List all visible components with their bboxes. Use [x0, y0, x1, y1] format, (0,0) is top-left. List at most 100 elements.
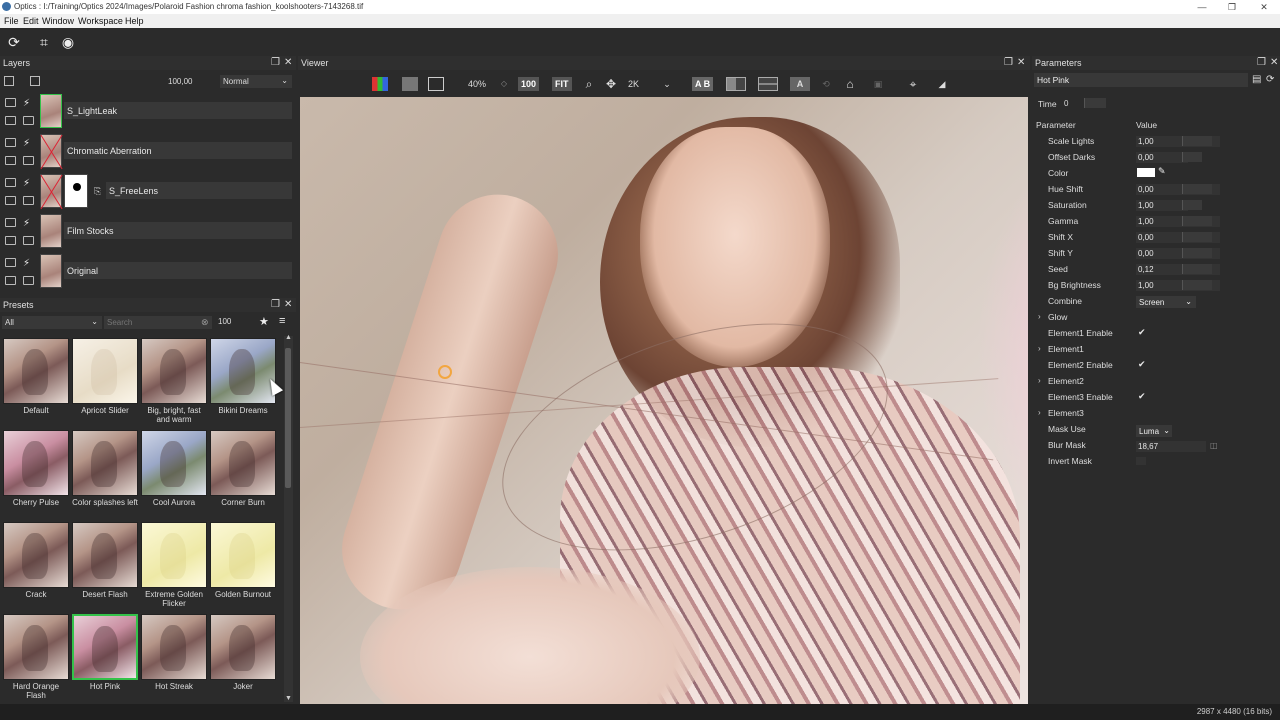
- visibility-icon[interactable]: [5, 218, 16, 227]
- camera-icon[interactable]: ⌂: [842, 77, 858, 91]
- undock-icon[interactable]: ❐: [271, 299, 280, 310]
- export-icon[interactable]: ▣: [870, 77, 886, 91]
- blur-mask-field[interactable]: 18,67: [1136, 441, 1206, 452]
- param-slider[interactable]: [1182, 264, 1212, 274]
- undock-icon[interactable]: ❐: [1257, 57, 1266, 68]
- expand-element2-icon[interactable]: ›: [1038, 376, 1041, 385]
- mask-icon[interactable]: [23, 236, 34, 245]
- layer-opacity-field[interactable]: 100,00: [168, 77, 192, 86]
- preset-item[interactable]: Bikini Dreams: [209, 338, 277, 415]
- chevron-down-icon[interactable]: ⌄: [662, 77, 672, 91]
- param-slider[interactable]: [1182, 136, 1212, 146]
- effect-center-handle[interactable]: [438, 365, 452, 379]
- reset-icon[interactable]: ⟳: [1266, 74, 1274, 85]
- preset-item[interactable]: Cherry Pulse: [2, 430, 70, 507]
- lightning-icon[interactable]: ⚡: [23, 98, 34, 109]
- ab-compare-button[interactable]: A B: [692, 77, 714, 91]
- link-icon[interactable]: ⎘: [94, 186, 101, 197]
- preset-item[interactable]: Big, bright, fast and warm: [140, 338, 208, 424]
- minimize-button[interactable]: —: [1186, 0, 1218, 14]
- layer-row[interactable]: ⚡ Film Stocks: [0, 212, 296, 250]
- preset-item[interactable]: Apricot Slider: [71, 338, 139, 415]
- preset-item[interactable]: Desert Flash: [71, 522, 139, 599]
- mask-icon[interactable]: [23, 276, 34, 285]
- preset-item[interactable]: Crack: [2, 522, 70, 599]
- presets-scrollbar[interactable]: ▲ ▼: [284, 334, 293, 702]
- rgb-channels-icon[interactable]: [372, 77, 388, 91]
- new-layer-icon[interactable]: [4, 76, 14, 86]
- close-icon[interactable]: ✕: [284, 57, 292, 68]
- image-canvas[interactable]: [300, 97, 1028, 704]
- layer-name[interactable]: Original: [64, 262, 292, 279]
- scroll-down-icon[interactable]: ▼: [285, 695, 292, 702]
- time-stepper[interactable]: [1084, 98, 1106, 108]
- eyedropper-icon[interactable]: ✎: [1158, 166, 1166, 177]
- crop-icon[interactable]: ⌗: [35, 33, 53, 51]
- monitor-icon[interactable]: [5, 196, 16, 205]
- lightning-icon[interactable]: ⚡: [23, 258, 34, 269]
- pan-move-icon[interactable]: ✥: [604, 77, 618, 91]
- layer-row[interactable]: ⚡ S_LightLeak: [0, 92, 296, 130]
- zoom-level[interactable]: 40%: [464, 77, 490, 91]
- zoom-100-button[interactable]: 100: [518, 77, 540, 91]
- monitor-icon[interactable]: [5, 276, 16, 285]
- layer-mask-icon[interactable]: [30, 76, 40, 86]
- preset-item[interactable]: Extreme Golden Flicker: [140, 522, 208, 608]
- element1-enable-checkbox[interactable]: ✔: [1138, 327, 1146, 338]
- glow-group[interactable]: Glow: [1048, 312, 1067, 322]
- mask-icon[interactable]: [23, 196, 34, 205]
- zoom-stepper-icon[interactable]: ◇: [500, 77, 508, 91]
- blend-mode-select[interactable]: Normal ⌄: [220, 75, 292, 88]
- menu-help[interactable]: Help: [125, 16, 144, 26]
- resolution-select[interactable]: 2K: [628, 77, 648, 91]
- invert-mask-checkbox[interactable]: [1136, 457, 1146, 465]
- expand-glow-icon[interactable]: ›: [1038, 312, 1041, 321]
- element3-group[interactable]: Element3: [1048, 408, 1084, 418]
- monitor-icon[interactable]: [5, 156, 16, 165]
- preset-item[interactable]: Joker: [209, 614, 277, 691]
- layer-row[interactable]: ⚡ Chromatic Aberration: [0, 132, 296, 170]
- param-value-field[interactable]: 0,00: [1136, 152, 1188, 163]
- mask-use-select[interactable]: Luma ⌄: [1136, 425, 1172, 437]
- mask-icon[interactable]: [23, 156, 34, 165]
- param-slider[interactable]: [1182, 152, 1202, 162]
- menu-edit[interactable]: Edit: [23, 16, 39, 26]
- preset-item[interactable]: Corner Burn: [209, 430, 277, 507]
- preset-item-selected[interactable]: Hot Pink: [71, 614, 139, 691]
- param-value-field[interactable]: 1,00: [1136, 200, 1188, 211]
- fit-button[interactable]: FIT: [552, 77, 572, 91]
- layer-row[interactable]: ⚡ Original: [0, 252, 296, 290]
- param-slider[interactable]: [1182, 216, 1212, 226]
- scrollbar-thumb[interactable]: [285, 348, 291, 488]
- preset-item[interactable]: Golden Burnout: [209, 522, 277, 599]
- element3-enable-checkbox[interactable]: ✔: [1138, 391, 1146, 402]
- visibility-icon[interactable]: [5, 138, 16, 147]
- blur-mask-stepper-icon[interactable]: ◫: [1210, 441, 1218, 450]
- visibility-icon[interactable]: [5, 98, 16, 107]
- menu-workspace[interactable]: Workspace: [78, 16, 123, 26]
- menu-icon[interactable]: ≡: [279, 315, 285, 327]
- close-icon[interactable]: ✕: [284, 299, 292, 310]
- element2-group[interactable]: Element2: [1048, 376, 1084, 386]
- param-slider[interactable]: [1182, 248, 1212, 258]
- monitor-icon[interactable]: [5, 116, 16, 125]
- param-slider[interactable]: [1182, 200, 1202, 210]
- lightning-icon[interactable]: ⚡: [23, 178, 34, 189]
- refresh-icon[interactable]: ⟳: [5, 33, 23, 51]
- checker-icon[interactable]: [402, 77, 418, 91]
- restore-button[interactable]: ❐: [1216, 0, 1248, 14]
- close-icon[interactable]: ✕: [1270, 57, 1278, 68]
- favorite-star-icon[interactable]: ★: [259, 315, 269, 328]
- element2-enable-checkbox[interactable]: ✔: [1138, 359, 1146, 370]
- layer-name[interactable]: S_LightLeak: [64, 102, 292, 119]
- layer-row[interactable]: ⚡ ⎘ S_FreeLens: [0, 172, 296, 210]
- horizontal-split-icon[interactable]: [758, 77, 778, 91]
- crosshair-icon[interactable]: ⌖: [906, 77, 920, 91]
- close-button[interactable]: ✕: [1248, 0, 1280, 14]
- visibility-icon[interactable]: [5, 258, 16, 267]
- layer-name[interactable]: S_FreeLens: [106, 182, 292, 199]
- zoom-magnifier-icon[interactable]: ⌕: [582, 77, 596, 91]
- preset-item[interactable]: Default: [2, 338, 70, 415]
- sync-icon[interactable]: ⟲: [820, 77, 832, 91]
- layer-name[interactable]: Film Stocks: [64, 222, 292, 239]
